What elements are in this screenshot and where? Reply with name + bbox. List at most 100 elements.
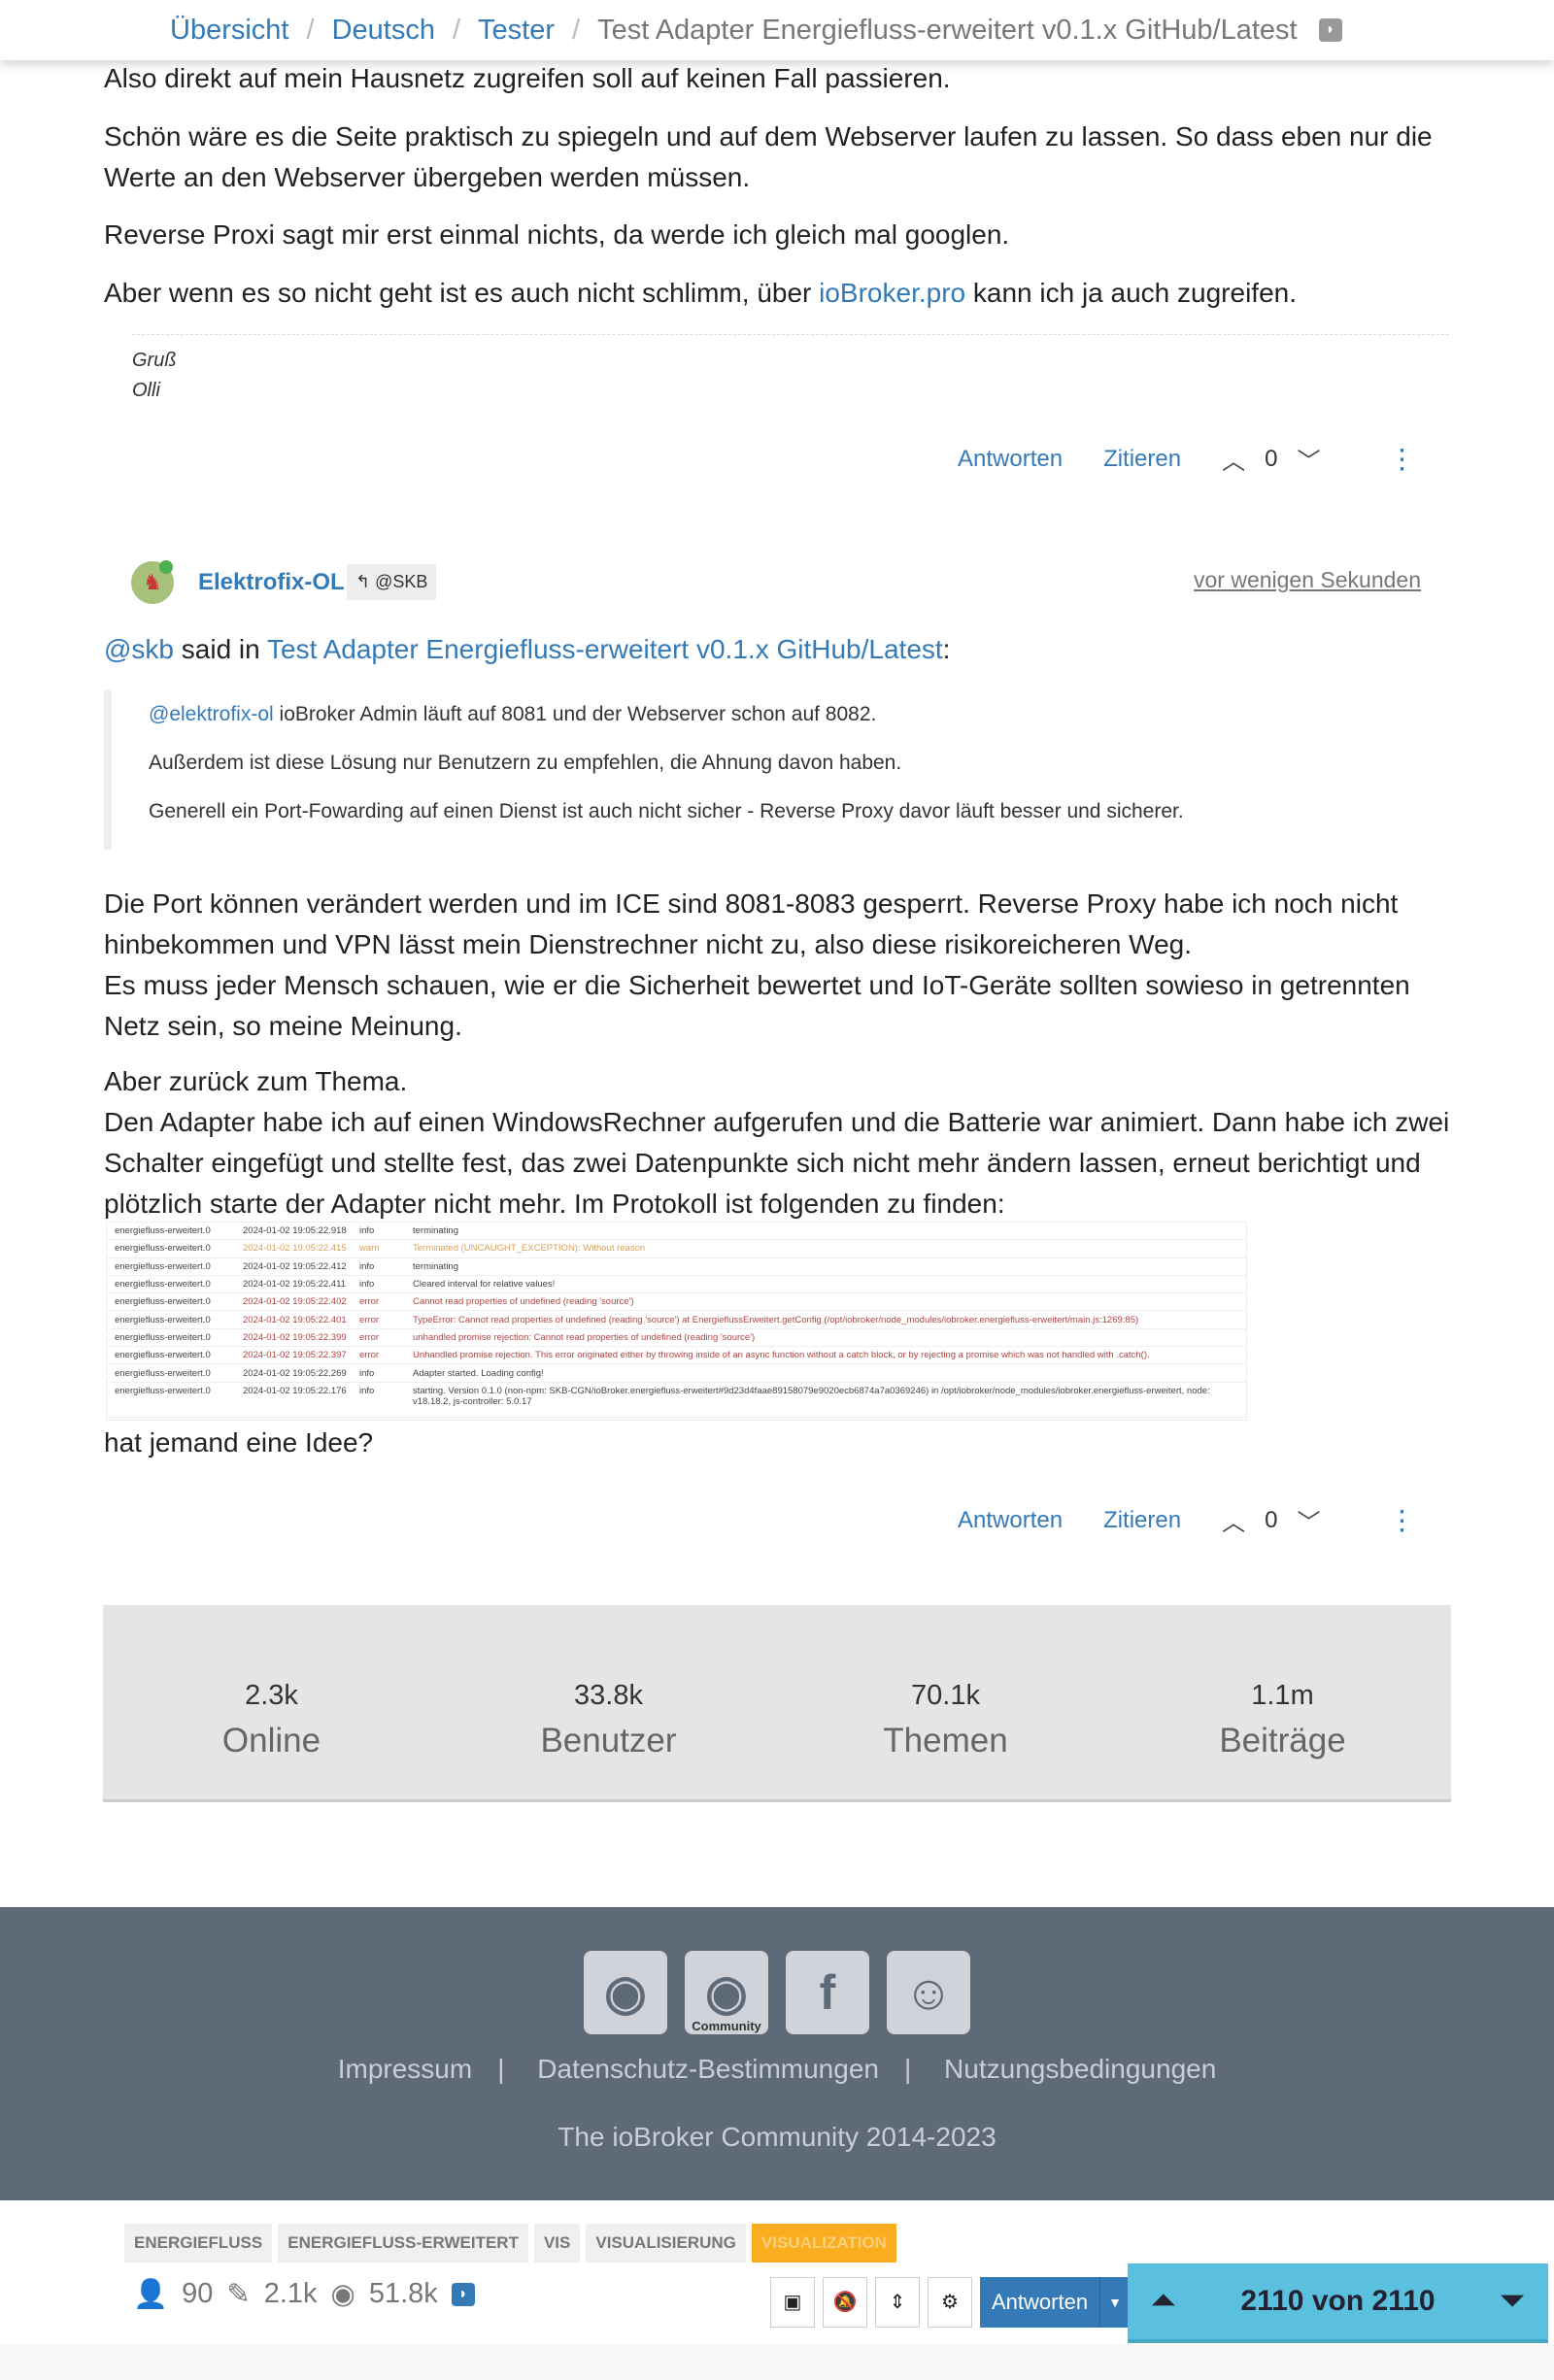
stat-value: 1.1m — [1251, 1680, 1314, 1711]
impressum-link[interactable]: Impressum — [338, 2054, 472, 2084]
reply-button[interactable]: Antworten — [958, 446, 1063, 473]
quote-button[interactable]: Zitieren — [1103, 1507, 1181, 1534]
text: Aber wenn es so nicht geht ist es auch n… — [104, 278, 820, 308]
log-time: 2024-01-02 19:05:22.415 — [243, 1243, 347, 1255]
privacy-link[interactable]: Datenschutz-Bestimmungen — [537, 2054, 879, 2084]
log-level: warn — [359, 1243, 380, 1255]
breadcrumb-current: Test Adapter Energiefluss-erweitert v0.1… — [597, 14, 1298, 46]
tag[interactable]: ENERGIEFLUSS — [124, 2224, 273, 2263]
topic-link[interactable]: Test Adapter Energiefluss-erweitert v0.1… — [267, 634, 943, 664]
inbox-icon[interactable]: ▣ — [770, 2277, 815, 2328]
quote-line: Außerdem ist diese Lösung nur Benutzern … — [149, 752, 902, 774]
upvote-icon[interactable]: ︿ — [1222, 442, 1245, 476]
log-msg: Terminated (UNCAUGHT_EXCEPTION): Without… — [413, 1243, 646, 1255]
more-icon[interactable]: ⋮ — [1388, 1504, 1415, 1536]
sort-icon[interactable]: ⇕ — [875, 2277, 920, 2328]
quote-line: Generell ein Port-Fowarding auf einen Di… — [149, 800, 1184, 822]
log-level: error — [359, 1314, 380, 1325]
topic-reply-button[interactable]: Antworten — [980, 2277, 1099, 2328]
log-level: info — [359, 1367, 375, 1379]
log-row: energiefluss-erweitert.0 2024-01-02 19:05… — [107, 1347, 1246, 1365]
breadcrumb-tester[interactable]: Tester — [478, 15, 555, 47]
chevron-double-up-icon[interactable]: ⏶ — [1152, 2285, 1175, 2318]
bell-off-icon[interactable]: 🔕 — [823, 2277, 867, 2328]
tag[interactable]: VISUALIZATION — [751, 2224, 896, 2263]
blockquote: @elektrofix-ol ioBroker Admin läuft auf … — [104, 690, 1449, 850]
log-time: 2024-01-02 19:05:22.176 — [243, 1385, 347, 1396]
log-row: energiefluss-erweitert.0 2024-01-02 19:05… — [107, 1293, 1246, 1312]
user-link[interactable]: @skb — [104, 634, 174, 664]
stat-label: Online — [221, 1722, 321, 1760]
post-paragraph: hat jemand eine Idee? — [104, 1427, 374, 1458]
post-author[interactable]: Elektrofix-OL — [198, 569, 345, 596]
post-paragraph: Aber zurück zum Thema. — [104, 1066, 408, 1096]
log-time: 2024-01-02 19:05:22.412 — [243, 1260, 347, 1272]
reply-button[interactable]: Antworten — [958, 1507, 1063, 1534]
log-time: 2024-01-02 19:05:22.397 — [243, 1350, 347, 1361]
log-msg: unhandled promise rejection: Cannot read… — [413, 1331, 756, 1343]
online-status-icon — [159, 560, 173, 574]
post-paragraph: Es muss jeder Mensch schauen, wie er die… — [104, 970, 1410, 1041]
log-time: 2024-01-02 19:05:22.411 — [243, 1279, 346, 1291]
downvote-icon[interactable]: ﹀ — [1297, 1503, 1320, 1537]
stat-value: 2.3k — [245, 1680, 298, 1711]
signature: Gruß Olli — [132, 346, 177, 406]
eye-icon: ◉ — [330, 2279, 355, 2310]
mention-link[interactable]: @elektrofix-ol — [149, 703, 274, 725]
log-time: 2024-01-02 19:05:22.269 — [243, 1367, 347, 1379]
post-actions: Antworten Zitieren ︿ 0 ﹀ ⋮ — [958, 442, 1456, 476]
log-src: energiefluss-erweitert.0 — [115, 1243, 211, 1255]
log-msg: terminating — [413, 1260, 458, 1272]
tag[interactable]: VIS — [533, 2224, 581, 2263]
github-icon[interactable]: ◉ — [584, 1951, 667, 2034]
quote-button[interactable]: Zitieren — [1103, 446, 1181, 473]
chevron-double-down-icon[interactable]: ⏷ — [1501, 2285, 1524, 2318]
downvote-icon[interactable]: ﹀ — [1297, 442, 1320, 476]
log-src: energiefluss-erweitert.0 — [115, 1279, 211, 1291]
sig-line: Gruß — [132, 350, 177, 371]
post-timestamp[interactable]: vor wenigen Sekunden — [1194, 567, 1421, 593]
gear-icon[interactable]: ⚙ — [928, 2277, 972, 2328]
user-icon: 👤 — [133, 2278, 169, 2310]
log-msg: terminating — [413, 1225, 458, 1237]
posters-count: 90 — [182, 2278, 214, 2309]
community-label: Community — [692, 2019, 761, 2033]
log-row: energiefluss-erweitert.0 2024-01-02 19:05… — [107, 1364, 1246, 1383]
post-paragraph: Den Adapter habe ich auf einen WindowsRe… — [104, 1107, 1450, 1219]
post-paragraph: Also direkt auf mein Hausnetz zugreifen … — [104, 63, 951, 93]
log-msg: TypeError: Cannot read properties of und… — [413, 1314, 1139, 1325]
pager-position[interactable]: 2110 von 2110 — [1240, 2285, 1435, 2318]
log-row: energiefluss-erweitert.0 2024-01-02 19:05… — [107, 1329, 1246, 1348]
topic-tags: ENERGIEFLUSS ENERGIEFLUSS-ERWEITERT VIS … — [124, 2224, 896, 2263]
pencil-icon: ✎ — [226, 2279, 251, 2310]
log-level: info — [359, 1260, 375, 1272]
breadcrumb-home[interactable]: Übersicht — [170, 15, 289, 47]
log-level: info — [359, 1385, 375, 1396]
log-src: energiefluss-erweitert.0 — [115, 1225, 211, 1237]
discord-icon[interactable]: ☺ — [887, 1951, 970, 2034]
facebook-icon[interactable]: f — [786, 1951, 869, 2034]
rss-icon[interactable]: ◗ — [451, 2282, 475, 2306]
post-paragraph: Reverse Proxi sagt mir erst einmal nicht… — [104, 219, 1010, 250]
tag[interactable]: VISUALISIERUNG — [586, 2224, 746, 2263]
more-icon[interactable]: ⋮ — [1388, 443, 1415, 475]
terms-link[interactable]: Nutzungsbedingungen — [944, 2054, 1216, 2084]
footer: ◉ ◉ Community f ☺ Impressum | Datenschutz-… — [0, 1907, 1554, 2200]
log-msg: Cannot read properties of undefined (rea… — [413, 1296, 634, 1308]
tag[interactable]: ENERGIEFLUSS-ERWEITERT — [278, 2224, 528, 2263]
github-community-icon[interactable]: ◉ Community — [685, 1951, 768, 2034]
copyright: The ioBroker Community 2014-2023 — [557, 2122, 997, 2152]
iobroker-pro-link[interactable]: ioBroker.pro — [819, 278, 965, 308]
reply-to-badge[interactable]: ↰ @SKB — [347, 564, 437, 600]
log-msg: starting. Version 0.1.0 (non-npm: SKB-CG… — [413, 1385, 1210, 1407]
log-level: info — [359, 1279, 375, 1291]
quote-line: @elektrofix-ol ioBroker Admin läuft auf … — [149, 690, 1449, 739]
chevron-down-icon[interactable]: ▼ — [1099, 2277, 1130, 2328]
vote-count: 0 — [1265, 1506, 1278, 1533]
rss-icon[interactable]: ◗ — [1318, 18, 1342, 42]
log-row: energiefluss-erweitert.0 2024-01-02 19:05… — [107, 1240, 1246, 1258]
breadcrumb-deutsch[interactable]: Deutsch — [332, 15, 435, 47]
upvote-icon[interactable]: ︿ — [1222, 1503, 1245, 1537]
stat-posts: 1.1m Beiträge — [1114, 1605, 1451, 1799]
stat-topics: 70.1k Themen — [777, 1605, 1114, 1799]
